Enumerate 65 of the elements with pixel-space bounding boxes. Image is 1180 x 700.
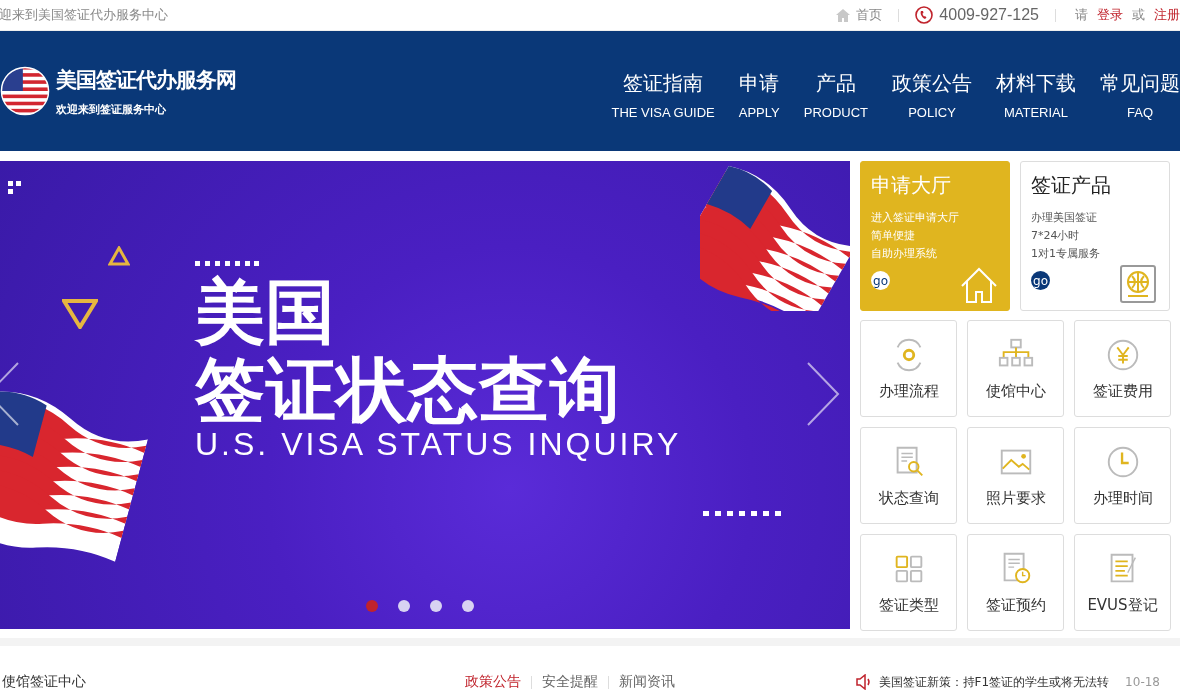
feature-card[interactable]: 签证产品 办理美国签证 7*24小时 1对1专属服务 go	[1020, 161, 1170, 311]
news-tab[interactable]: 政策公告	[465, 673, 522, 691]
nav-link[interactable]: 签证指南 THE VISA GUIDE	[601, 70, 725, 120]
home-icon	[836, 8, 851, 22]
dotted-line-icon	[703, 511, 783, 517]
carousel-dot[interactable]	[366, 600, 378, 612]
card-title: 签证产品	[1031, 172, 1112, 199]
prompt-text: 请	[1075, 6, 1088, 24]
tile-label: 办理时间	[1092, 489, 1153, 508]
tile-label: 签证类型	[878, 596, 939, 615]
tile-label: 签证费用	[1092, 382, 1153, 401]
news-headline[interactable]: 美国签证新策：持F1签证的学生或将无法转	[878, 673, 1110, 691]
card-text: 进入签证申请大厅	[871, 210, 960, 226]
login-link[interactable]: 登录	[1097, 6, 1123, 24]
news-tab[interactable]: 安全提醒	[542, 673, 599, 691]
feature-card[interactable]: 申请大厅 进入签证申请大厅 简单便捷 自助办理系统 go	[860, 161, 1010, 311]
phone-number: 4009-927-125	[939, 6, 1039, 24]
go-button[interactable]: go	[1031, 271, 1050, 290]
passport-icon	[1119, 264, 1159, 304]
card-text: 7*24小时	[1031, 228, 1081, 244]
nav-link[interactable]: 材料下载 MATERIAL	[986, 70, 1086, 120]
tile-label: 状态查询	[878, 489, 939, 508]
triangle-icon	[108, 246, 130, 266]
service-tile[interactable]: EVUS登记	[1074, 534, 1171, 631]
triangle-icon	[62, 299, 98, 329]
phone-icon	[915, 6, 934, 24]
tile-label: 使馆中心	[985, 382, 1046, 401]
go-button[interactable]: go	[871, 271, 890, 290]
news-date: 10-18	[1125, 675, 1160, 689]
card-text: 办理美国签证	[1031, 210, 1098, 226]
nav-link[interactable]: 产品 PRODUCT	[793, 70, 878, 120]
carousel-dot[interactable]	[462, 600, 474, 612]
tile-label: 签证预约	[985, 596, 1046, 615]
banner-title: 美国	[195, 276, 336, 350]
or-text: 或	[1132, 6, 1145, 24]
site-name: 美国签证代办服务网	[56, 65, 236, 94]
service-tile[interactable]: 办理流程	[860, 320, 957, 417]
service-tile[interactable]: 签证预约	[967, 534, 1064, 631]
nav-link[interactable]: 申请 APPLY	[728, 70, 790, 120]
news-tab[interactable]: 新闻资讯	[619, 673, 676, 691]
service-tile[interactable]: 办理时间	[1074, 427, 1171, 524]
register-link[interactable]: 注册	[1154, 6, 1180, 24]
nav-link[interactable]: 政策公告 POLICY	[882, 70, 982, 120]
home-link[interactable]: 首页	[856, 6, 883, 24]
tile-label: 照片要求	[985, 489, 1046, 508]
card-text: 简单便捷	[871, 228, 916, 244]
tile-label: EVUS登记	[1087, 596, 1158, 615]
speaker-icon	[854, 674, 873, 690]
tile-label: 办理流程	[878, 382, 939, 401]
card-text: 自助办理系统	[871, 246, 938, 262]
site-tagline: 欢迎来到签证服务中心	[56, 101, 167, 117]
carousel-dot[interactable]	[398, 600, 410, 612]
dots-icon	[8, 181, 22, 195]
welcome-text: 迎来到美国签证代办服务中心	[0, 6, 168, 24]
section-title: 使馆签证中心	[2, 673, 86, 691]
service-tile[interactable]: 状态查询	[860, 427, 957, 524]
nav-link[interactable]: 常见问题 FAQ	[1090, 70, 1180, 120]
service-tile[interactable]: 使馆中心	[967, 320, 1064, 417]
dotted-line-icon	[195, 261, 259, 267]
card-text: 1对1专属服务	[1031, 246, 1101, 262]
service-tile[interactable]: 照片要求	[967, 427, 1064, 524]
card-title: 申请大厅	[871, 172, 952, 199]
carousel-dot[interactable]	[430, 600, 442, 612]
service-tile[interactable]: 签证费用	[1074, 320, 1171, 417]
service-tile[interactable]: 签证类型	[860, 534, 957, 631]
